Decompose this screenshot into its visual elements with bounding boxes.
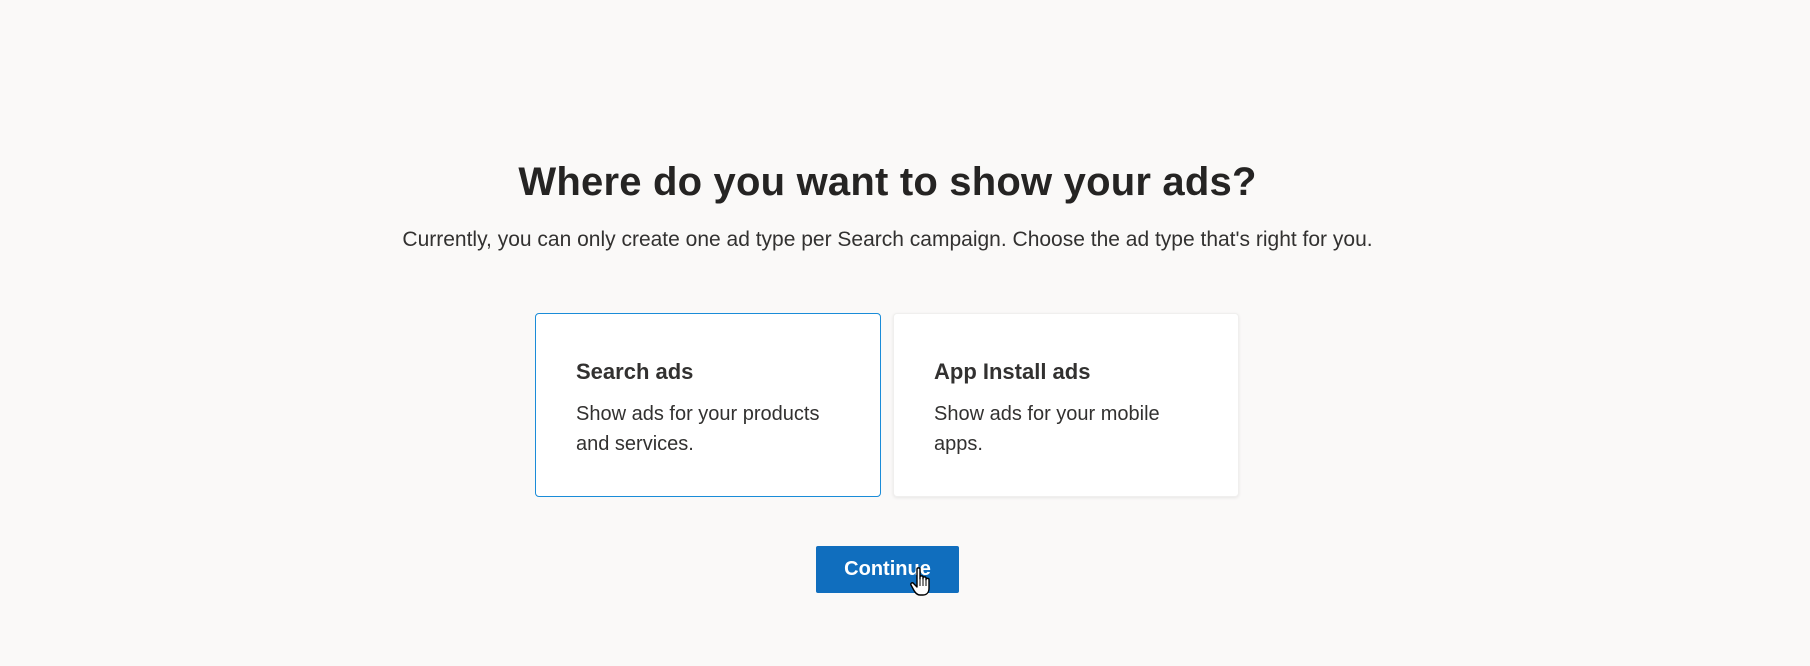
option-card-app-install-ads[interactable]: App Install ads Show ads for your mobile… <box>893 313 1239 497</box>
option-description: Show ads for your products and services. <box>576 403 820 455</box>
option-card-search-ads[interactable]: Search ads Show ads for your products an… <box>535 313 881 497</box>
option-description: Show ads for your mobile apps. <box>934 403 1160 455</box>
page-title: Where do you want to show your ads? <box>518 160 1257 204</box>
ad-type-selection-page: Where do you want to show your ads? Curr… <box>0 0 1810 666</box>
option-title: App Install ads <box>934 359 1091 384</box>
option-title: Search ads <box>576 359 694 384</box>
page-subtitle: Currently, you can only create one ad ty… <box>402 228 1373 251</box>
continue-button[interactable]: Continue <box>816 546 959 593</box>
